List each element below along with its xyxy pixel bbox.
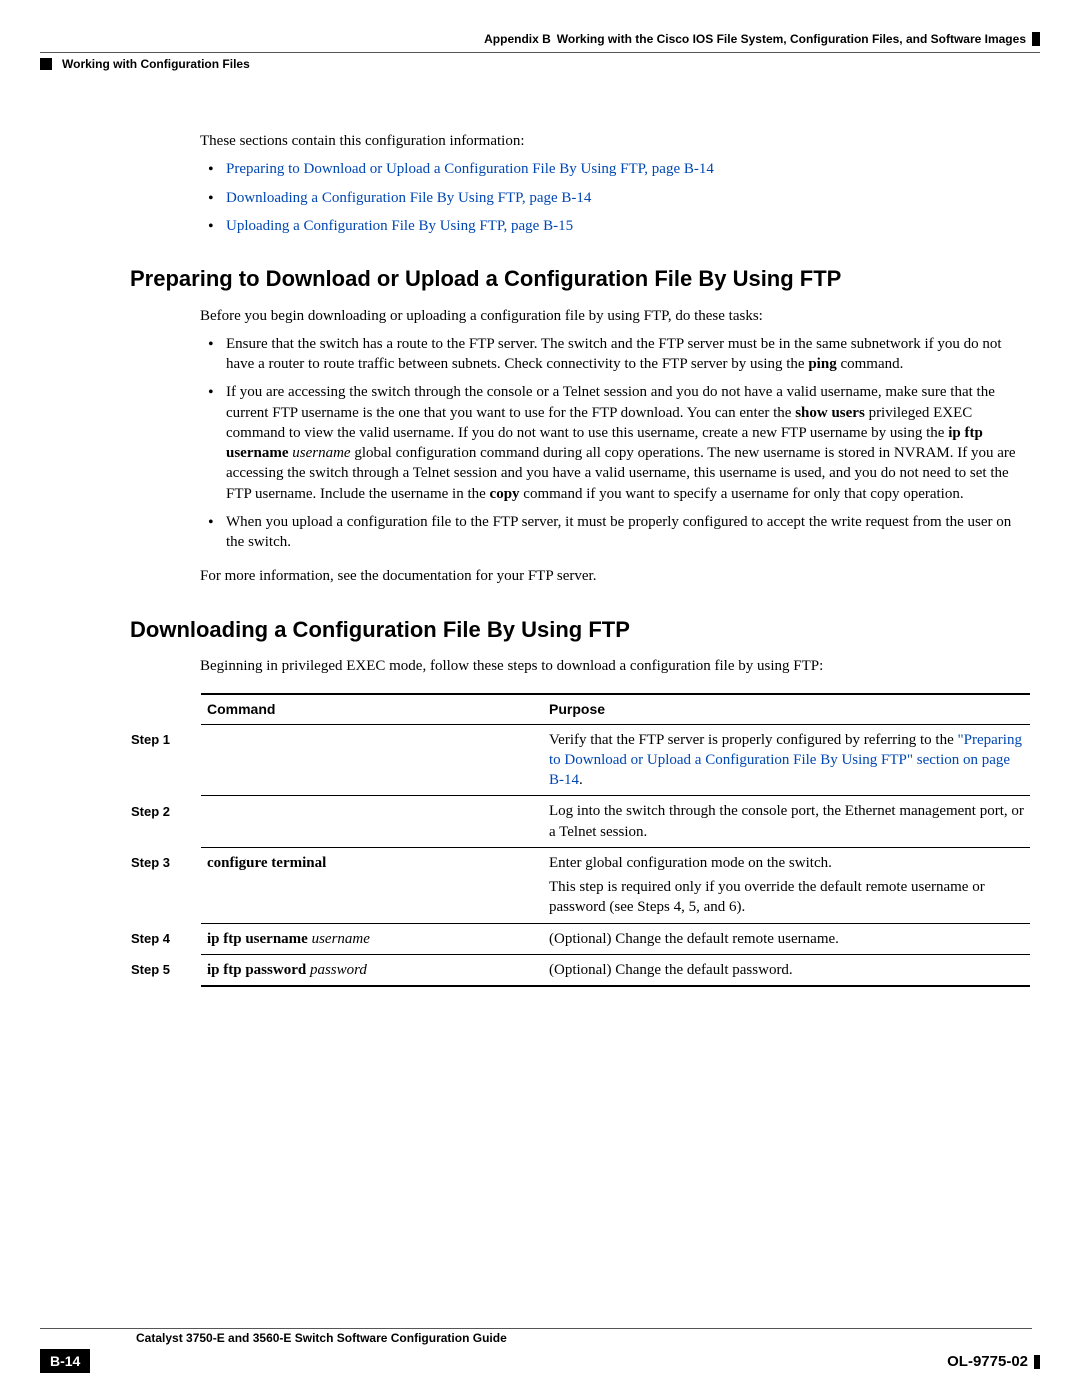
section-header: Working with Configuration Files xyxy=(40,52,1040,71)
intro-text: These sections contain this configuratio… xyxy=(200,131,1030,151)
step4-purpose: (Optional) Change the default remote use… xyxy=(543,923,1030,954)
appendix-label: Appendix B xyxy=(484,32,551,46)
page: Appendix B Working with the Cisco IOS Fi… xyxy=(0,0,1080,1397)
square-bullet-icon xyxy=(40,58,52,70)
step5-purpose: (Optional) Change the default password. xyxy=(543,954,1030,986)
step1-command xyxy=(201,724,543,796)
step-label: Step 1 xyxy=(125,724,201,796)
prepare-item-username: If you are accessing the switch through … xyxy=(226,382,1030,504)
toc-list: Preparing to Download or Upload a Config… xyxy=(200,159,1030,236)
section-header-text: Working with Configuration Files xyxy=(62,57,250,71)
table-row: Step 1 Verify that the FTP server is pro… xyxy=(125,724,1030,796)
table-row: Step 4 ip ftp username username (Optiona… xyxy=(125,923,1030,954)
step2-command xyxy=(201,796,543,848)
col-command: Command xyxy=(201,694,543,724)
toc-link-upload[interactable]: Uploading a Configuration File By Using … xyxy=(226,218,573,234)
page-footer: Catalyst 3750-E and 3560-E Switch Softwa… xyxy=(40,1320,1040,1373)
heading-prepare-ftp: Preparing to Download or Upload a Config… xyxy=(130,264,1030,294)
step3-purpose: Enter global configuration mode on the s… xyxy=(543,847,1030,923)
prepare-list: Ensure that the switch has a route to th… xyxy=(200,334,1030,553)
page-number-badge: B-14 xyxy=(40,1349,90,1373)
prepare-item-route: Ensure that the switch has a route to th… xyxy=(226,334,1030,375)
toc-link-download[interactable]: Downloading a Configuration File By Usin… xyxy=(226,190,591,206)
running-header: Appendix B Working with the Cisco IOS Fi… xyxy=(40,32,1040,46)
step2-purpose: Log into the switch through the console … xyxy=(543,796,1030,848)
step-label: Step 5 xyxy=(125,954,201,986)
step-label: Step 4 xyxy=(125,923,201,954)
steps-table: Command Purpose Step 1 Verify that the F… xyxy=(125,693,1030,987)
step4-command: ip ftp username username xyxy=(201,923,543,954)
footer-rule xyxy=(40,1320,1032,1329)
prepare-item-upload: When you upload a configuration file to … xyxy=(226,512,1030,553)
col-purpose: Purpose xyxy=(543,694,1030,724)
step-label: Step 2 xyxy=(125,796,201,848)
step1-purpose: Verify that the FTP server is properly c… xyxy=(543,724,1030,796)
doc-number: OL-9775-02 xyxy=(947,1353,1040,1370)
heading-download-ftp: Downloading a Configuration File By Usin… xyxy=(130,615,1030,645)
guide-title: Catalyst 3750-E and 3560-E Switch Softwa… xyxy=(136,1331,1040,1345)
table-row: Step 5 ip ftp password password (Optiona… xyxy=(125,954,1030,986)
table-row: Step 2 Log into the switch through the c… xyxy=(125,796,1030,848)
download-lead: Beginning in privileged EXEC mode, follo… xyxy=(200,656,1030,676)
step5-command: ip ftp password password xyxy=(201,954,543,986)
toc-link-prepare[interactable]: Preparing to Download or Upload a Config… xyxy=(226,161,714,177)
main-content: These sections contain this configuratio… xyxy=(200,131,1030,987)
step-label: Step 3 xyxy=(125,847,201,923)
prepare-outro: For more information, see the documentat… xyxy=(200,566,1030,586)
header-rule-icon xyxy=(1032,32,1040,46)
col-step-blank xyxy=(125,694,201,724)
prepare-lead: Before you begin downloading or uploadin… xyxy=(200,306,1030,326)
table-row: Step 3 configure terminal Enter global c… xyxy=(125,847,1030,923)
appendix-title: Working with the Cisco IOS File System, … xyxy=(557,32,1026,46)
step3-command: configure terminal xyxy=(201,847,543,923)
footer-end-rule-icon xyxy=(1034,1355,1040,1369)
